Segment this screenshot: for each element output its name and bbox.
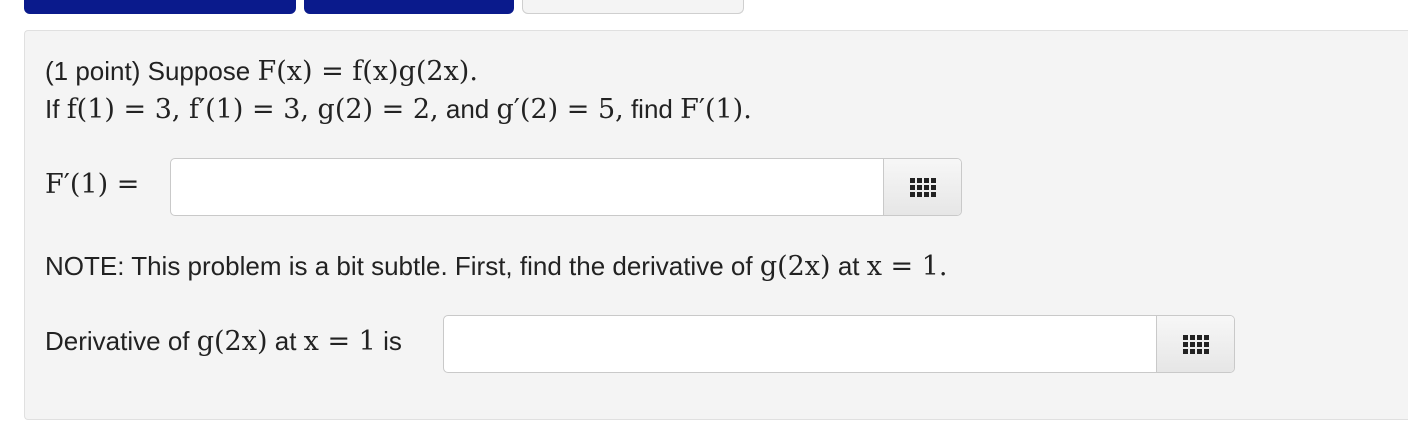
- keypad-grid-icon: [1182, 334, 1209, 354]
- given-prefix: If: [45, 94, 60, 124]
- given-values-math-1: f(1) = 3, f′(1) = 3, g(2) = 2,: [66, 94, 439, 125]
- given-find: find: [630, 94, 673, 124]
- answer2-input[interactable]: [444, 316, 1156, 372]
- given-target: F′(1).: [680, 94, 752, 125]
- function-definition: F(x) = f(x)g(2x).: [257, 56, 478, 87]
- note-text: NOTE: This problem is a bit subtle. Firs…: [45, 251, 948, 282]
- answer1-keypad-button[interactable]: [883, 159, 961, 215]
- given-and: and: [445, 94, 490, 124]
- answer2-label: Derivative of g(2x) at x = 1 is: [45, 326, 402, 357]
- answer2-expression: g(2x): [196, 326, 268, 357]
- answer1-field: [170, 158, 962, 216]
- note-expression: g(2x): [759, 251, 831, 282]
- problem-panel: (1 point) Suppose F(x) = f(x)g(2x). If f…: [24, 30, 1408, 420]
- nav-tab-3[interactable]: [522, 0, 744, 14]
- answer2-at: at: [274, 326, 297, 356]
- given-values: If f(1) = 3, f′(1) = 3, g(2) = 2, and g′…: [45, 94, 752, 125]
- note-body: NOTE: This problem is a bit subtle. Firs…: [45, 251, 753, 281]
- answer2-point: x = 1: [303, 326, 376, 357]
- answer2-label-prefix: Derivative of: [45, 326, 190, 356]
- answer2-label-suffix: is: [383, 326, 402, 356]
- note-point: x = 1.: [866, 251, 948, 282]
- answer1-label: F′(1) =: [45, 169, 140, 200]
- answer1-input[interactable]: [171, 159, 883, 215]
- problem-statement: (1 point) Suppose F(x) = f(x)g(2x).: [45, 56, 478, 87]
- answer2-field: [443, 315, 1235, 373]
- nav-tab-2[interactable]: [304, 0, 514, 14]
- nav-tab-1[interactable]: [24, 0, 296, 14]
- points-label: (1 point) Suppose: [45, 56, 251, 86]
- note-at: at: [837, 251, 860, 281]
- top-navigation-tabs: [0, 0, 1408, 16]
- keypad-grid-icon: [909, 177, 936, 197]
- answer2-keypad-button[interactable]: [1156, 316, 1234, 372]
- given-values-math-2: g′(2) = 5,: [496, 94, 624, 125]
